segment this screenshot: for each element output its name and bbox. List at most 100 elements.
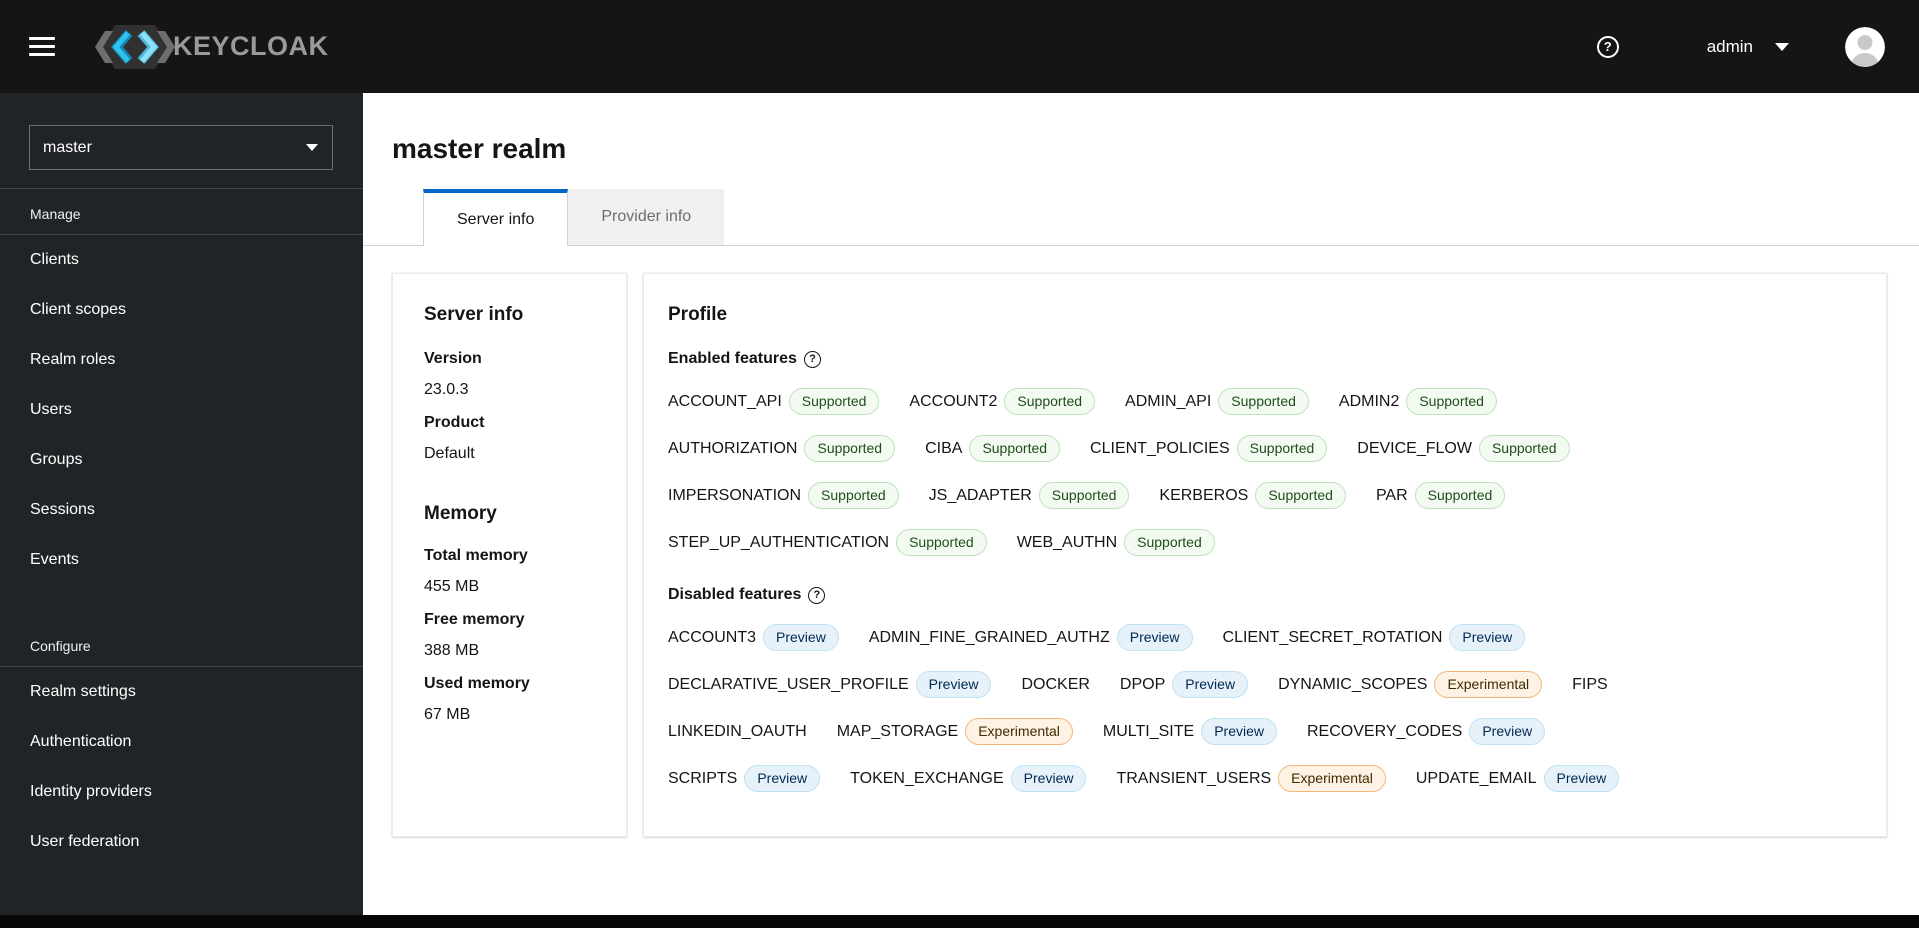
feature-name: STEP_UP_AUTHENTICATION <box>668 533 890 551</box>
username-label: admin <box>1706 36 1753 56</box>
nav-group-title: Configure <box>0 621 363 667</box>
field-value: 67 MB <box>424 706 471 723</box>
feature-name: ACCOUNT_API <box>668 392 782 410</box>
feature-row: ACCOUNT_API Supported ACCOUNT2 Supported ADM… <box>668 388 1862 415</box>
field-value: 455 MB <box>424 578 480 595</box>
feature-name: TRANSIENT_USERS <box>1116 769 1272 787</box>
feature-name: ADMIN_FINE_GRAINED_AUTHZ <box>868 628 1110 646</box>
feature-name: FIPS <box>1572 675 1608 693</box>
feature-item: KERBEROS Supported <box>1159 482 1346 509</box>
tab-server-info[interactable]: Server info <box>423 189 569 246</box>
feature-name: UPDATE_EMAIL <box>1415 769 1537 787</box>
feature-item: SCRIPTS Preview <box>668 765 821 792</box>
feature-name: CLIENT_SECRET_ROTATION <box>1222 628 1443 646</box>
sidebar-item-user-federation[interactable]: User federation <box>0 817 363 867</box>
keycloak-logo: KEYCLOAK <box>93 24 329 70</box>
feature-name: DEVICE_FLOW <box>1357 439 1472 457</box>
feature-badge-preview: Preview <box>1116 624 1193 651</box>
feature-item: LINKEDIN_OAUTH <box>668 723 807 741</box>
feature-badge-supported: Supported <box>808 482 899 509</box>
field-label: Total memory <box>424 547 528 564</box>
feature-item: MULTI_SITE Preview <box>1103 718 1277 745</box>
chevron-down-icon <box>306 144 318 151</box>
feature-name: CIBA <box>925 439 963 457</box>
help-circle-icon[interactable]: ? <box>803 350 821 368</box>
nav-toggle-hamburger-icon[interactable] <box>29 37 55 56</box>
feature-badge-supported: Supported <box>1236 435 1328 462</box>
sidebar-item-events[interactable]: Events <box>0 535 363 585</box>
nav-group-configure: Configure Realm settings Authentication Ide… <box>0 621 363 867</box>
feature-badge-experimental: Experimental <box>1278 765 1386 792</box>
feature-badge-preview: Preview <box>1172 671 1249 698</box>
field-label: Version <box>424 350 482 367</box>
feature-item: AUTHORIZATION Supported <box>668 435 896 462</box>
section-heading: Server info <box>424 304 524 325</box>
feature-item: CIBA Supported <box>925 435 1061 462</box>
feature-row: SCRIPTS Preview TOKEN_EXCHANGE Preview TRANS… <box>668 765 1862 792</box>
feature-name: JS_ADAPTER <box>928 486 1032 504</box>
sidebar-item-clients[interactable]: Clients <box>0 235 363 285</box>
user-dropdown[interactable]: admin <box>1707 37 1789 57</box>
feature-item: JS_ADAPTER Supported <box>929 482 1130 509</box>
feature-badge-supported: Supported <box>1255 482 1346 509</box>
enabled-features-label: Enabled features ? <box>668 350 1862 368</box>
tab-provider-info[interactable]: Provider info <box>568 189 725 245</box>
feature-item: IMPERSONATION Supported <box>668 482 899 509</box>
sidebar-item-groups[interactable]: Groups <box>0 435 363 485</box>
feature-item: WEB_AUTHN Supported <box>1017 529 1215 556</box>
page-title: master realm <box>392 133 567 164</box>
nav-groups: Manage Clients Client scopes Realm roles Use… <box>0 189 363 867</box>
bottom-strip <box>0 915 1919 928</box>
sidebar-item-identity-providers[interactable]: Identity providers <box>0 767 363 817</box>
chevron-down-icon <box>1775 42 1789 51</box>
feature-badge-preview: Preview <box>1010 765 1087 792</box>
field-label: Free memory <box>424 611 525 628</box>
brand-text: KEYCLOAK <box>173 31 329 61</box>
sidebar-item-users[interactable]: Users <box>0 385 363 435</box>
keycloak-emblem-icon <box>95 24 175 69</box>
tab-bar: Server info Provider info <box>363 189 1919 246</box>
feature-name: ACCOUNT2 <box>909 392 998 410</box>
feature-badge-experimental: Experimental <box>965 718 1073 745</box>
field-value: 388 MB <box>424 642 480 659</box>
feature-item: TRANSIENT_USERS Experimental <box>1116 765 1386 792</box>
feature-item: ACCOUNT2 Supported <box>909 388 1096 415</box>
server-info-section: Server info Version 23.0.3 Product Default <box>424 304 602 463</box>
realm-selector-section: master <box>0 93 363 189</box>
sidebar-item-realm-roles[interactable]: Realm roles <box>0 335 363 385</box>
profile-card: Profile Enabled features ? ACCOUNT_API Su… <box>643 273 1887 837</box>
feature-item: DEVICE_FLOW Supported <box>1357 435 1570 462</box>
feature-name: ACCOUNT3 <box>668 628 757 646</box>
feature-row: STEP_UP_AUTHENTICATION Supported WEB_AUTHN… <box>668 529 1862 556</box>
realm-selector[interactable]: master <box>29 125 333 170</box>
feature-name: PAR <box>1375 486 1408 504</box>
help-icon[interactable]: ? <box>1596 35 1619 58</box>
feature-name: DPOP <box>1119 675 1166 693</box>
sidebar-item-client-scopes[interactable]: Client scopes <box>0 285 363 335</box>
sidebar-item-sessions[interactable]: Sessions <box>0 485 363 535</box>
sidebar-item-realm-settings[interactable]: Realm settings <box>0 667 363 717</box>
feature-item: ACCOUNT3 Preview <box>668 624 839 651</box>
nav-group-title: Manage <box>0 189 363 235</box>
feature-name: TOKEN_EXCHANGE <box>850 769 1004 787</box>
feature-item: DECLARATIVE_USER_PROFILE Preview <box>668 671 992 698</box>
feature-item: FIPS <box>1572 676 1608 694</box>
field-label: Used memory <box>424 675 530 692</box>
help-circle-icon[interactable]: ? <box>808 586 826 604</box>
feature-name: AUTHORIZATION <box>668 439 798 457</box>
feature-name: RECOVERY_CODES <box>1307 722 1463 740</box>
profile-card-title: Profile <box>668 304 728 325</box>
enabled-features-list: ACCOUNT_API Supported ACCOUNT2 Supported ADM… <box>668 388 1862 556</box>
sidebar-item-authentication[interactable]: Authentication <box>0 717 363 767</box>
feature-row: IMPERSONATION Supported JS_ADAPTER Supporte… <box>668 482 1862 509</box>
nav-group-manage: Manage Clients Client scopes Realm roles Use… <box>0 189 363 585</box>
feature-badge-supported: Supported <box>804 435 896 462</box>
avatar[interactable] <box>1845 26 1885 67</box>
feature-item: TOKEN_EXCHANGE Preview <box>850 765 1087 792</box>
avatar-person-icon <box>1845 26 1885 67</box>
feature-item: RECOVERY_CODES Preview <box>1307 718 1546 745</box>
feature-badge-supported: Supported <box>896 529 987 556</box>
disabled-features-list: ACCOUNT3 Preview ADMIN_FINE_GRAINED_AUTHZ P… <box>668 624 1862 792</box>
feature-name: KERBEROS <box>1159 486 1249 504</box>
feature-badge-supported: Supported <box>788 388 880 415</box>
